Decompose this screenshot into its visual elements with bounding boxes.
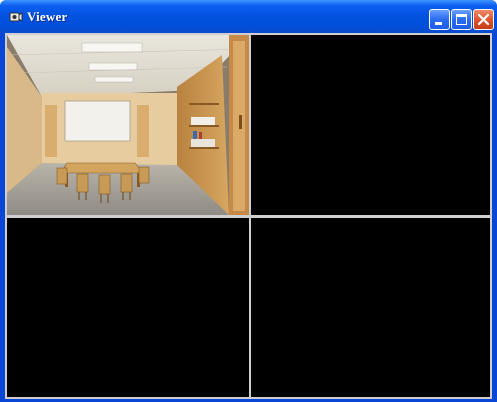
camera-pane-2[interactable] bbox=[251, 35, 490, 215]
title-bar[interactable]: Viewer bbox=[0, 0, 497, 33]
conference-room-camera-feed bbox=[7, 35, 249, 215]
camera-pane-1[interactable] bbox=[7, 35, 249, 215]
camera-pane-3[interactable] bbox=[7, 218, 249, 397]
close-button[interactable] bbox=[473, 9, 494, 30]
maximize-icon bbox=[456, 14, 467, 25]
window-title: Viewer bbox=[27, 9, 68, 24]
minimize-button[interactable] bbox=[429, 9, 450, 30]
viewer-grid bbox=[5, 33, 492, 399]
camera-pane-4[interactable] bbox=[251, 218, 490, 397]
minimize-icon bbox=[435, 22, 442, 25]
viewer-app-icon bbox=[9, 12, 23, 22]
maximize-button[interactable] bbox=[451, 9, 472, 30]
close-icon bbox=[477, 13, 490, 26]
viewer-window: Viewer bbox=[0, 0, 497, 402]
